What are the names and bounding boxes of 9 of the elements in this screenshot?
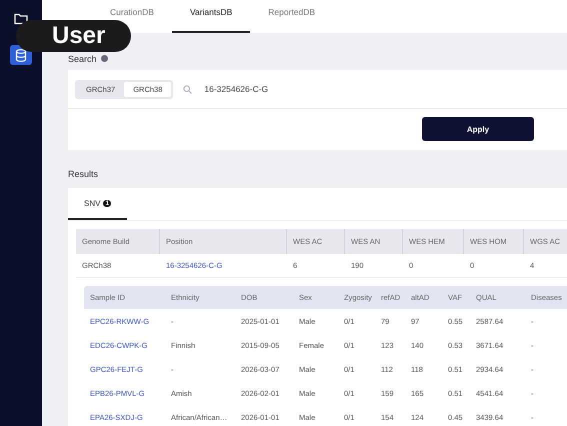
section-title: Search	[68, 54, 97, 64]
database-icon	[15, 48, 27, 62]
info-icon[interactable]	[100, 55, 108, 62]
apply-button[interactable]: Apply	[422, 117, 534, 141]
user-tooltip: User	[16, 20, 132, 52]
tab[interactable]: ReportedDB	[250, 0, 334, 33]
tab[interactable]: VariantsDB	[172, 0, 250, 33]
search-icon	[183, 84, 192, 94]
section-title: Results	[68, 169, 98, 179]
